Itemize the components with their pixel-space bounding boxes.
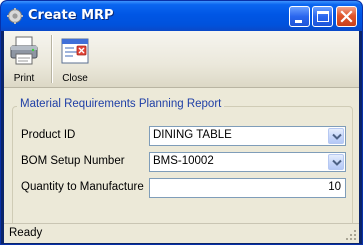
product-id-label: Product ID: [21, 129, 76, 141]
window-title: Create MRP: [28, 8, 114, 23]
printer-icon: [10, 36, 38, 65]
bom-setup-number-value: BMS-10002: [153, 155, 214, 167]
mrp-window: Create MRP Print Close Material Requirem…: [0, 0, 363, 245]
quantity-label: Quantity to Manufacture: [21, 181, 144, 193]
window-close-button[interactable]: [336, 6, 357, 27]
close-form-icon: [61, 38, 89, 64]
product-id-value: DINING TABLE: [153, 129, 232, 141]
bom-dropdown-button[interactable]: [328, 154, 344, 170]
quantity-value: 10: [328, 181, 341, 193]
toolbar-separator: [51, 35, 53, 83]
maximize-button[interactable]: [312, 6, 333, 27]
status-text: Ready: [9, 227, 43, 239]
minimize-icon: [295, 20, 302, 23]
toolbar: Print Close: [4, 31, 359, 88]
print-label: Print: [13, 73, 35, 84]
chevron-down-icon: [332, 133, 342, 140]
chevron-down-icon: [332, 159, 342, 166]
resize-grip-icon[interactable]: [345, 229, 357, 241]
gear-app-icon: [7, 8, 23, 24]
maximize-icon: [317, 11, 329, 22]
window-client-area: Print Close Material Requirements Planni…: [4, 31, 359, 243]
close-label: Close: [62, 73, 88, 84]
bom-setup-number-combobox[interactable]: BMS-10002: [149, 152, 346, 172]
print-button[interactable]: Print: [4, 33, 44, 85]
product-id-dropdown-button[interactable]: [328, 128, 344, 144]
close-button[interactable]: Close: [55, 33, 95, 85]
status-bar: Ready: [4, 223, 359, 243]
group-title: Material Requirements Planning Report: [17, 98, 225, 110]
quantity-input[interactable]: 10: [149, 178, 346, 198]
minimize-button[interactable]: [289, 6, 310, 27]
close-icon: [340, 10, 353, 23]
product-id-combobox[interactable]: DINING TABLE: [149, 126, 346, 146]
bom-setup-number-label: BOM Setup Number: [21, 155, 125, 167]
title-bar[interactable]: Create MRP: [1, 1, 362, 31]
